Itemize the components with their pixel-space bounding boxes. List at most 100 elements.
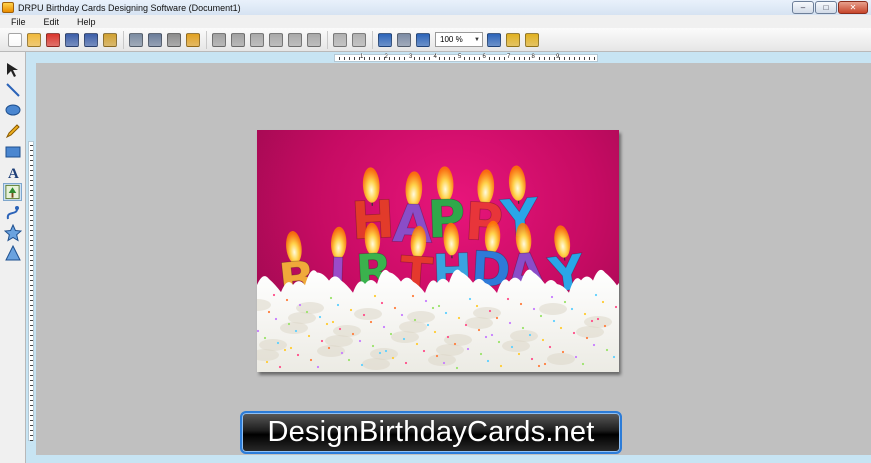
database-button[interactable] xyxy=(165,31,183,49)
ruler-tick xyxy=(474,57,475,60)
ruler-tick xyxy=(30,435,33,436)
pencil-tool-button[interactable] xyxy=(3,122,22,140)
sprinkle xyxy=(596,317,600,321)
ruler-number: 4 xyxy=(433,54,437,60)
paste-button[interactable] xyxy=(286,31,304,49)
image-tool-button[interactable] xyxy=(3,183,22,201)
vertical-ruler-strip xyxy=(26,63,36,463)
open-folder-button[interactable] xyxy=(25,31,43,49)
maximize-button[interactable]: □ xyxy=(815,1,837,14)
ruler-tick xyxy=(30,365,33,366)
ruler-tick xyxy=(439,57,440,60)
text-tool-button[interactable]: A xyxy=(3,163,22,181)
menu-help[interactable]: Help xyxy=(66,17,103,27)
menu-edit[interactable]: Edit xyxy=(33,17,67,27)
sprinkle xyxy=(517,352,521,356)
redo-button[interactable] xyxy=(229,31,247,49)
sprinkle xyxy=(424,299,428,303)
design-canvas[interactable]: HAPPYBIRTHDAY xyxy=(36,63,871,455)
save-icon xyxy=(65,32,79,47)
line-tool-button[interactable] xyxy=(3,81,22,99)
save-as-button[interactable] xyxy=(82,31,100,49)
copy-button[interactable] xyxy=(248,31,266,49)
print-button[interactable] xyxy=(127,31,145,49)
sprinkle xyxy=(552,319,556,323)
ruler-tick xyxy=(414,57,415,60)
ellipse-tool-icon xyxy=(5,104,20,116)
ruler-tick xyxy=(564,57,565,60)
sprinkle xyxy=(444,311,448,315)
close-button[interactable]: ✕ xyxy=(838,1,868,14)
ruler-tick xyxy=(30,145,33,146)
triangle-tool-button[interactable] xyxy=(3,244,22,262)
new-document-button[interactable] xyxy=(6,31,24,49)
group-button[interactable] xyxy=(331,31,349,49)
sprinkle xyxy=(495,316,499,320)
unlock-button[interactable] xyxy=(523,31,541,49)
frosting-shadow xyxy=(407,311,435,323)
ellipse-tool-button[interactable] xyxy=(3,101,22,119)
save-button[interactable] xyxy=(63,31,81,49)
sprinkle xyxy=(307,334,311,338)
ruler-tick xyxy=(30,370,33,371)
ruler-tick xyxy=(479,57,480,60)
star-tool-button[interactable] xyxy=(3,224,22,242)
sprinkle xyxy=(318,315,322,319)
zoom-out-button[interactable] xyxy=(485,31,503,49)
grid-button[interactable] xyxy=(376,31,394,49)
paste-icon xyxy=(288,32,302,47)
lock-button[interactable] xyxy=(504,31,522,49)
cut-button[interactable] xyxy=(267,31,285,49)
menu-file[interactable]: File xyxy=(0,17,33,27)
sprinkle xyxy=(309,358,313,362)
ruler-tick xyxy=(394,57,395,60)
export-button[interactable] xyxy=(146,31,164,49)
ruler-tick xyxy=(30,410,33,411)
open-image-button[interactable] xyxy=(184,31,202,49)
zoom-in-button[interactable] xyxy=(414,31,432,49)
rectangle-tool-button[interactable] xyxy=(3,143,22,161)
sprinkle xyxy=(265,360,269,364)
app-icon xyxy=(2,2,14,13)
ruler-tick xyxy=(30,175,33,176)
close-document-button[interactable] xyxy=(44,31,62,49)
sprinkle xyxy=(380,301,384,305)
ruler-tick xyxy=(30,345,33,346)
properties-button[interactable] xyxy=(101,31,119,49)
undo-button[interactable] xyxy=(210,31,228,49)
ruler-tick xyxy=(30,390,33,391)
banner-text: DesignBirthdayCards.net xyxy=(267,416,595,448)
sprinkle xyxy=(541,338,545,342)
ruler-tick xyxy=(424,57,425,60)
sprinkle xyxy=(391,356,395,360)
birthday-card[interactable]: HAPPYBIRTHDAY xyxy=(257,130,619,372)
sprinkle xyxy=(371,344,375,348)
zoom-select[interactable]: 100 % ▼ xyxy=(435,32,483,47)
ruler-tick xyxy=(30,330,33,331)
delete-button[interactable] xyxy=(305,31,323,49)
sprinkle xyxy=(497,340,501,344)
select-arrow-button[interactable] xyxy=(3,61,22,79)
sprinkle xyxy=(590,319,594,323)
ruler-tick xyxy=(574,57,575,60)
sprinkle xyxy=(327,346,331,350)
properties-icon xyxy=(103,32,117,47)
ruler-number: 2 xyxy=(384,54,388,60)
sprinkle xyxy=(446,335,450,339)
ungroup-icon xyxy=(352,32,366,47)
sprinkle xyxy=(373,294,377,298)
vertical-ruler xyxy=(28,141,34,441)
snap-grid-button[interactable] xyxy=(395,31,413,49)
curve-tool-button[interactable] xyxy=(3,204,22,222)
sprinkle xyxy=(548,345,552,349)
toolbar-separator xyxy=(123,30,124,49)
ruler-tick xyxy=(30,190,33,191)
sprinkle xyxy=(325,322,329,326)
ruler-tick xyxy=(30,400,33,401)
ruler-tick xyxy=(30,255,33,256)
minimize-button[interactable]: – xyxy=(792,1,814,14)
sprinkle xyxy=(488,309,492,313)
pencil-tool-icon xyxy=(5,124,20,139)
ungroup-button[interactable] xyxy=(350,31,368,49)
ruler-tick xyxy=(549,57,550,60)
